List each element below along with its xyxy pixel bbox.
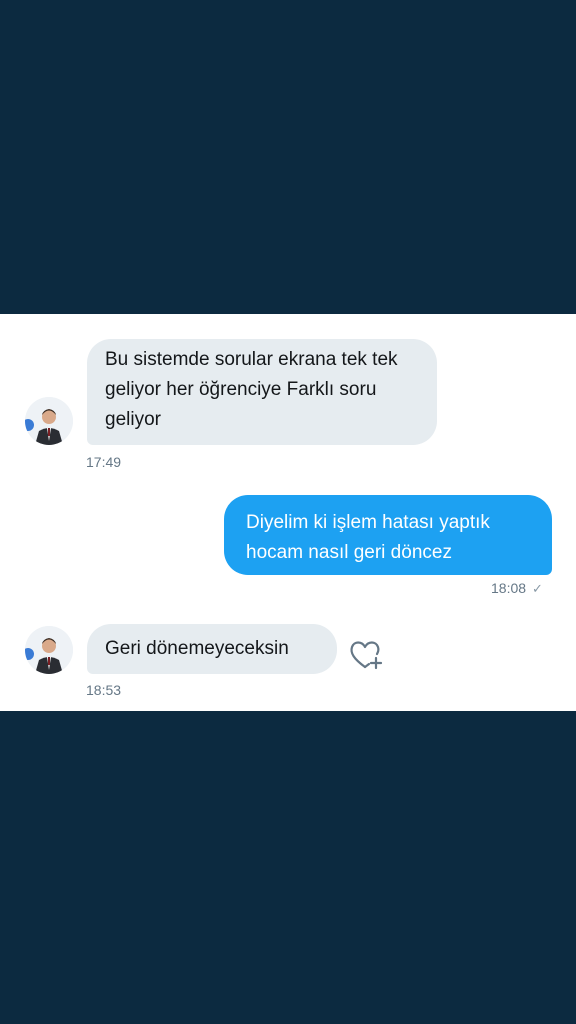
heart-plus-icon[interactable]	[348, 637, 384, 673]
message-bubble-incoming[interactable]: Geri dönemeyeceksin	[87, 624, 337, 674]
message-text: Bu sistemde sorular ekrana tek tek geliy…	[105, 349, 398, 430]
message-meta: 18:08 ✓	[491, 580, 543, 597]
message-text: Diyelim ki işlem hatası yaptık hocam nas…	[246, 512, 490, 563]
person-icon	[25, 626, 73, 674]
message-bubble-outgoing[interactable]: Diyelim ki işlem hatası yaptık hocam nas…	[224, 495, 552, 575]
check-icon: ✓	[532, 581, 543, 596]
sender-avatar[interactable]	[25, 397, 73, 445]
conversation-panel: Bu sistemde sorular ekrana tek tek geliy…	[0, 314, 576, 711]
message-bubble-incoming[interactable]: Bu sistemde sorular ekrana tek tek geliy…	[87, 339, 437, 445]
message-timestamp: 18:53	[86, 682, 122, 698]
message-timestamp: 18:08	[491, 580, 527, 596]
message-text: Geri dönemeyeceksin	[105, 638, 289, 659]
sender-avatar[interactable]	[25, 626, 73, 674]
person-icon	[25, 397, 73, 445]
message-timestamp: 17:49	[86, 454, 122, 470]
